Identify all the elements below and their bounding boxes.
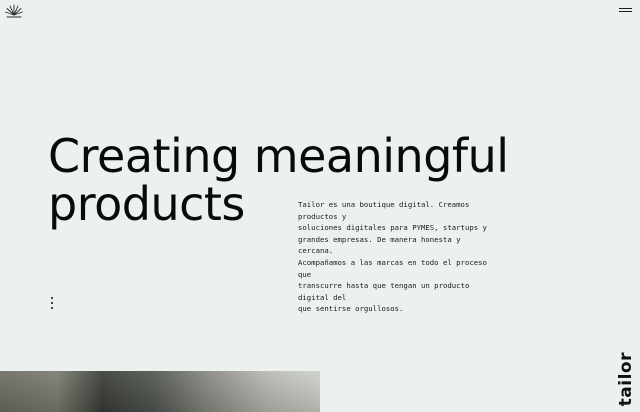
brand-wordmark[interactable]: tailor [616,352,636,406]
intro-line: transcurre hasta que tengan un producto … [298,281,470,302]
hamburger-menu-icon [619,8,632,9]
intro-line: soluciones digitales para PYMES, startup… [298,223,487,233]
intro-line: Acompañamos a las marcas en todo el proc… [298,257,487,279]
intro-line: grandes empresas. De manera honesta y ce… [298,234,461,256]
vertical-dots-icon[interactable] [49,296,55,312]
hero-image [0,371,320,412]
intro-line: Tailor es una boutique digital. Creamos … [298,200,470,221]
menu-button[interactable] [619,6,632,14]
hero-title-line-1: Creating meaningful [48,129,509,183]
intro-paragraph: Tailor es una boutique digital. Creamos … [298,199,498,315]
intro-line: que sentirse orgullosos. [298,304,404,314]
logo-icon[interactable] [4,3,24,19]
